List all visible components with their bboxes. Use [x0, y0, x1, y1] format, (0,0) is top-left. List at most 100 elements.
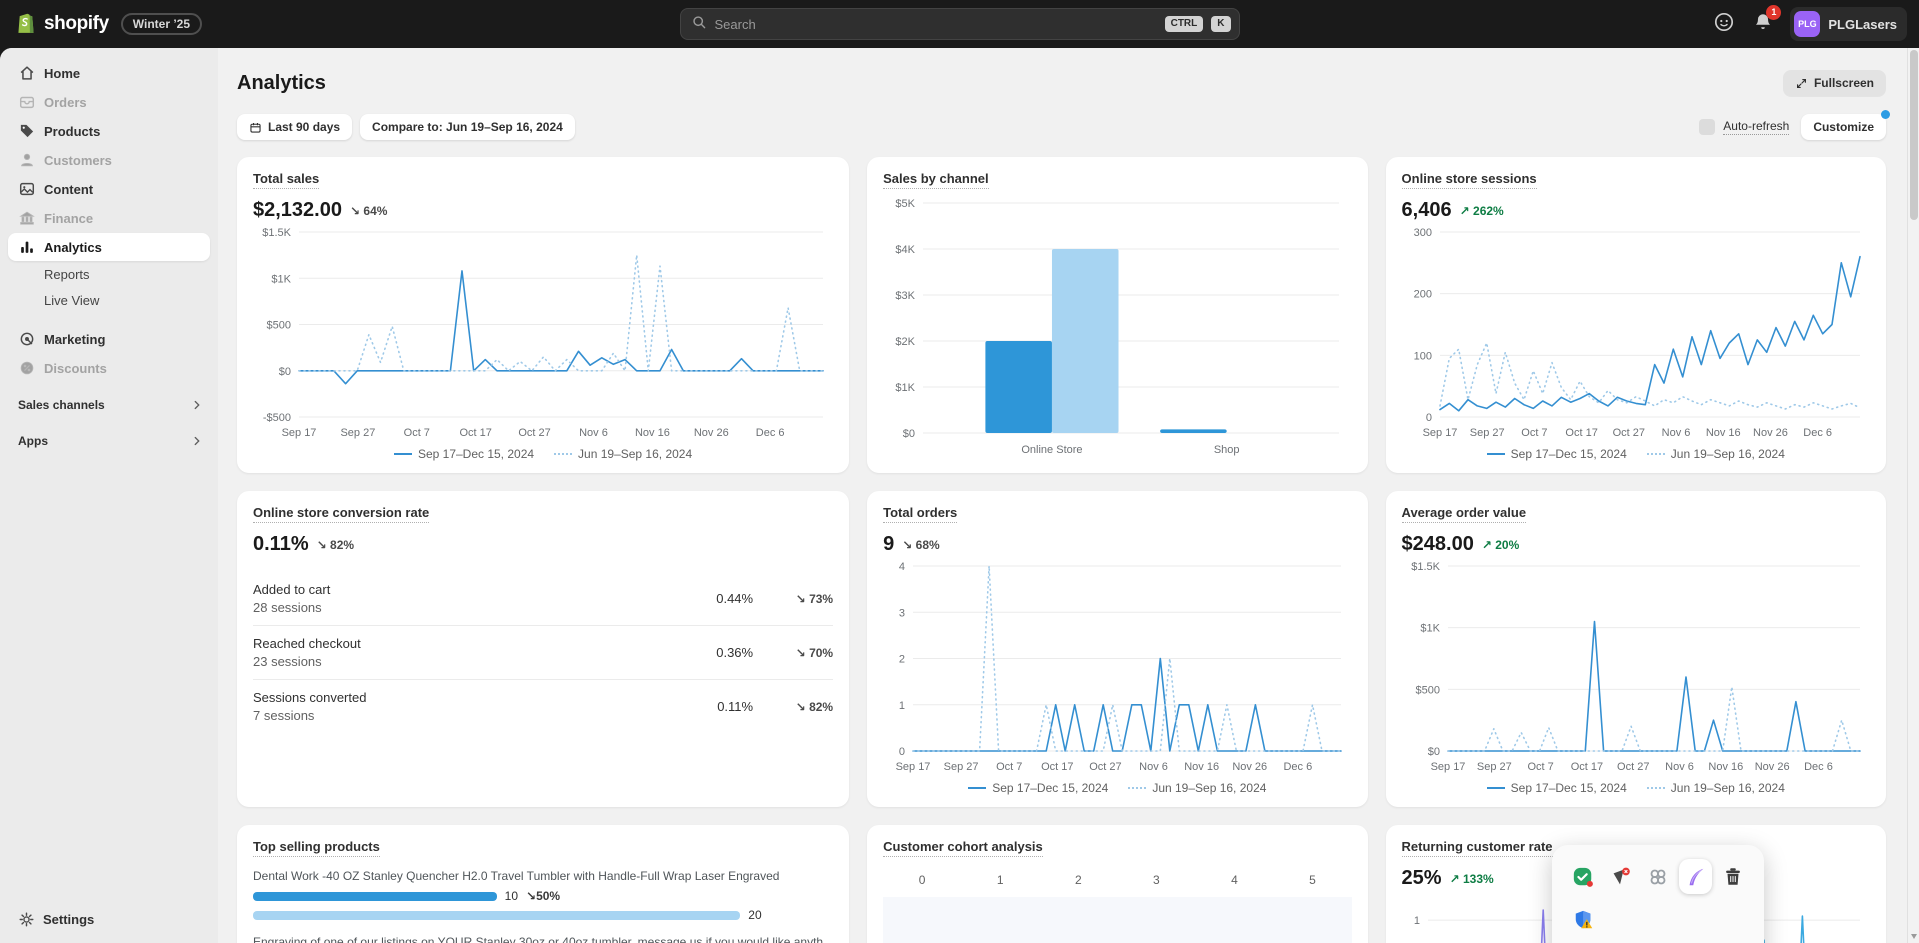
svg-text:Oct 17: Oct 17: [1041, 761, 1073, 773]
sidebar-item-orders[interactable]: Orders: [8, 88, 210, 116]
product-row: Engraving of one of our listings on YOUR…: [253, 935, 833, 943]
svg-text:Shop: Shop: [1214, 444, 1240, 456]
svg-text:$3K: $3K: [896, 290, 916, 302]
extension-cone-alert[interactable]: [1604, 859, 1638, 894]
svg-text:Oct 7: Oct 7: [404, 427, 430, 439]
card-conversion-rate: Online store conversion rate 0.11% ↘ 82%…: [237, 491, 849, 807]
shortcut-key-ctrl: CTRL: [1165, 16, 1204, 32]
scrollbar-thumb[interactable]: [1910, 50, 1918, 220]
chart-legend: Sep 17–Dec 15, 2024 Jun 19–Sep 16, 2024: [1402, 443, 1870, 461]
sidebar: Home Orders Products Customers Content F…: [0, 48, 218, 943]
svg-text:Oct 7: Oct 7: [1521, 427, 1547, 439]
cohort-grid: [883, 897, 1351, 943]
change-badge: ↗ 133%: [1450, 872, 1494, 886]
calendar-icon: [249, 121, 262, 134]
chevron-right-icon: [190, 398, 204, 412]
fullscreen-icon: [1795, 77, 1808, 90]
content-icon: [21, 184, 34, 195]
extension-pen[interactable]: [1679, 859, 1713, 894]
green-check-icon: [1572, 866, 1594, 888]
chart-legend: Sep 17–Dec 15, 2024 Jun 19–Sep 16, 2024: [883, 777, 1351, 795]
store-name: PLGLasers: [1828, 17, 1897, 32]
sidebar-section-apps[interactable]: Apps: [18, 434, 204, 448]
page-scrollbar[interactable]: [1907, 48, 1919, 943]
auto-refresh-checkbox[interactable]: [1699, 119, 1715, 135]
svg-text:1: 1: [1413, 915, 1419, 927]
sidebar-item-settings[interactable]: Settings: [8, 906, 210, 933]
chevron-right-icon: [190, 434, 204, 448]
browser-extensions-popup: [1552, 845, 1764, 943]
svg-text:Sep 17: Sep 17: [1422, 427, 1457, 439]
metric-title: Customer cohort analysis: [883, 839, 1043, 857]
svg-text:Oct 27: Oct 27: [1089, 761, 1121, 773]
analytics-icon: [21, 247, 24, 253]
svg-text:Dec 6: Dec 6: [1803, 427, 1832, 439]
svg-text:Sep 27: Sep 27: [340, 427, 375, 439]
previous-period-bar: [253, 911, 740, 920]
sidebar-item-customers[interactable]: Customers: [8, 146, 210, 174]
sidebar-item-products[interactable]: Products: [8, 117, 210, 145]
sidebar-item-finance[interactable]: Finance: [8, 204, 210, 232]
shield-warning-icon: [1573, 909, 1595, 931]
svg-text:-$500: -$500: [263, 412, 291, 424]
extension-knot[interactable]: [1641, 859, 1675, 894]
metric-title: Total orders: [883, 505, 957, 523]
sidebar-item-analytics[interactable]: Analytics: [8, 233, 210, 261]
svg-text:$1.5K: $1.5K: [1411, 561, 1440, 573]
sidebar-item-marketing[interactable]: Marketing: [8, 325, 210, 353]
svg-text:Sep 27: Sep 27: [1476, 761, 1511, 773]
card-sales-by-channel: Sales by channel $5K$4K$3K$2K$1K$0Online…: [867, 157, 1367, 473]
search-input[interactable]: [715, 17, 1157, 32]
trash-icon: [1722, 866, 1744, 888]
conversion-funnel: Added to cart28 sessions 0.44% ↘ 73% Rea…: [253, 572, 833, 733]
svg-text:$4K: $4K: [896, 244, 916, 256]
customize-notification-dot: [1881, 110, 1890, 119]
auto-refresh-toggle[interactable]: Auto-refresh: [1699, 119, 1789, 135]
svg-text:Nov 6: Nov 6: [1139, 761, 1168, 773]
extension-trash[interactable]: [1716, 859, 1750, 894]
brand-wordmark: shopify: [44, 13, 109, 35]
sales-by-channel-chart: $5K$4K$3K$2K$1K$0Online StoreShop: [883, 195, 1351, 461]
svg-text:$1.5K: $1.5K: [262, 227, 291, 239]
compare-to-button[interactable]: Compare to: Jun 19–Sep 16, 2024: [360, 114, 575, 140]
metric-title: Average order value: [1402, 505, 1527, 523]
svg-text:$0: $0: [903, 428, 915, 440]
cohort-column-headers: 012345: [883, 873, 1351, 887]
sidebar-item-live-view[interactable]: Live View: [8, 288, 210, 313]
extension-shield-warning[interactable]: [1566, 902, 1601, 937]
main-content: Analytics Fullscreen Last 90 days Compar…: [218, 48, 1919, 943]
date-range-button[interactable]: Last 90 days: [237, 114, 352, 140]
sidebar-item-reports[interactable]: Reports: [8, 262, 210, 287]
svg-text:3: 3: [899, 607, 905, 619]
scroll-down-arrow[interactable]: [1911, 934, 1917, 939]
sidebar-item-content[interactable]: Content: [8, 175, 210, 203]
products-icon: [21, 125, 33, 137]
svg-text:Nov 26: Nov 26: [1754, 761, 1789, 773]
svg-text:Sep 17: Sep 17: [282, 427, 317, 439]
svg-text:300: 300: [1413, 227, 1431, 239]
user-menu[interactable]: PLG PLGLasers: [1790, 7, 1907, 41]
sidebar-item-discounts[interactable]: Discounts: [8, 354, 210, 382]
cards-grid: Total sales $2,132.00 ↘ 64% $1.5K$1K$500…: [237, 157, 1886, 943]
svg-text:Oct 27: Oct 27: [1617, 761, 1649, 773]
svg-text:200: 200: [1413, 289, 1431, 301]
svg-text:Nov 16: Nov 16: [1705, 427, 1740, 439]
shopify-logo[interactable]: shopify: [14, 9, 109, 40]
extension-green-check[interactable]: [1566, 859, 1600, 894]
search-bar[interactable]: CTRL K: [680, 8, 1240, 40]
customize-button[interactable]: Customize: [1801, 114, 1886, 140]
change-badge: ↗ 262%: [1460, 204, 1504, 218]
svg-text:100: 100: [1413, 350, 1431, 362]
funnel-row: Added to cart28 sessions 0.44% ↘ 73%: [253, 572, 833, 625]
svg-text:Online Store: Online Store: [1021, 444, 1082, 456]
fullscreen-button[interactable]: Fullscreen: [1783, 70, 1886, 96]
sidebar-item-home[interactable]: Home: [8, 59, 210, 87]
orders-chart: 43210Sep 17Sep 27Oct 7Oct 17Oct 27Nov 6N…: [883, 558, 1351, 777]
metric-value: 6,406: [1402, 199, 1452, 222]
change-badge: ↗ 20%: [1482, 538, 1519, 552]
svg-text:Sep 27: Sep 27: [1469, 427, 1504, 439]
notifications-button[interactable]: 1: [1752, 11, 1774, 38]
sidekick-icon[interactable]: [1712, 10, 1736, 39]
sidebar-section-sales-channels[interactable]: Sales channels: [18, 398, 204, 412]
metric-title: Total sales: [253, 171, 319, 189]
